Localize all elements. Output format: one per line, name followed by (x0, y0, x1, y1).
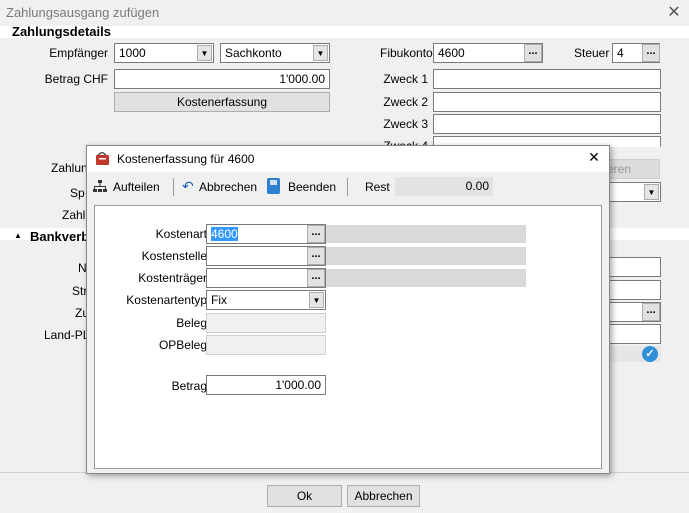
aufteilen-button[interactable]: Aufteilen (113, 180, 160, 194)
save-icon[interactable] (267, 178, 280, 194)
toolbar-separator-2 (347, 178, 348, 196)
betrag-label: Betrag CHF (44, 72, 108, 86)
dialog-close-icon[interactable]: ✕ (585, 149, 603, 167)
split-icon[interactable] (93, 179, 107, 193)
konto-type-value: Sachkonto (225, 46, 282, 60)
kostenartentyp-select[interactable]: Fix (206, 290, 326, 310)
bank-zusatz-lookup-button[interactable]: ... (642, 303, 660, 321)
kostenart-label: Kostenart (155, 227, 207, 241)
kostenart-value: 4600 (211, 227, 238, 241)
steuer-label: Steuer (574, 46, 610, 60)
zweck2-input[interactable] (433, 92, 661, 112)
fibukonto-lookup-button[interactable]: ... (524, 44, 542, 62)
kostenstelle-label: Kostenstelle (141, 249, 207, 263)
check-ok-icon[interactable]: ✓ (642, 346, 658, 362)
kostenstelle-lookup-button[interactable]: ... (307, 247, 325, 265)
sp-label: Sp (70, 186, 85, 200)
kostenartentyp-value: Fix (211, 293, 227, 307)
zweck2-label: Zweck 2 (383, 95, 428, 109)
dialog-app-icon (95, 151, 111, 166)
abbrechen-button[interactable]: Abbrechen (347, 485, 420, 507)
fibukonto-value: 4600 (438, 46, 465, 60)
opbeleg-label: OPBeleg (158, 338, 207, 352)
dialog-betrag-input[interactable]: 1'000.00 (206, 375, 326, 395)
beleg-input (206, 313, 326, 333)
kostenerfassung-dialog: Kostenerfassung für 4600 ✕ Aufteilen ↶ A… (86, 145, 610, 474)
kostentraeger-label: Kostenträger (138, 271, 207, 285)
section-details-title: Zahlungsdetails (12, 24, 111, 39)
rest-value: 0.00 (395, 177, 493, 196)
konto-type-chevron-down-icon[interactable]: ▼ (313, 45, 328, 61)
collapse-triangle-icon[interactable]: ▲ (14, 231, 22, 240)
kostenart-lookup-button[interactable]: ... (307, 225, 325, 243)
empfaenger-value: 1000 (119, 46, 146, 60)
section-bank-title: Bankverbi (30, 229, 93, 244)
abbrechen-toolbar-button[interactable]: Abbrechen (199, 180, 257, 194)
beenden-button[interactable]: Beenden (288, 180, 336, 194)
beleg-label: Beleg (176, 316, 207, 330)
kostentraeger-lookup-button[interactable]: ... (307, 269, 325, 287)
dialog-betrag-value: 1'000.00 (275, 378, 321, 392)
zweck1-label: Zweck 1 (383, 72, 428, 86)
kostentraeger-description (326, 269, 526, 287)
betrag-value: 1'000.00 (279, 72, 325, 86)
kostenartentyp-label: Kostenartentyp (126, 293, 207, 307)
kostenerfassung-button[interactable]: Kostenerfassung (114, 92, 330, 112)
zweck3-input[interactable] (433, 114, 661, 134)
rest-label: Rest (365, 180, 390, 194)
window-title: Zahlungsausgang zufügen (6, 5, 160, 20)
opbeleg-input (206, 335, 326, 355)
hidden-select-chevron-down-icon[interactable]: ▼ (644, 184, 659, 200)
dialog-betrag-label: Betrag (171, 379, 207, 393)
empfaenger-chevron-down-icon[interactable]: ▼ (197, 45, 212, 61)
steuer-value: 4 (617, 46, 624, 60)
dialog-content-panel: Kostenart 4600 ... Kostenstelle ... Kost… (94, 205, 602, 469)
steuer-lookup-button[interactable]: ... (642, 44, 660, 62)
window-close-icon[interactable]: ✕ (664, 2, 684, 22)
betrag-input[interactable]: 1'000.00 (114, 69, 330, 89)
fibukonto-label: Fibukonto (380, 46, 433, 60)
dialog-title: Kostenerfassung für 4600 (117, 152, 255, 166)
empfaenger-label: Empfänger (49, 46, 108, 60)
toolbar-separator (173, 178, 174, 196)
kostenartentyp-chevron-down-icon[interactable]: ▼ (309, 292, 324, 308)
undo-icon[interactable]: ↶ (182, 179, 196, 193)
zweck1-input[interactable] (433, 69, 661, 89)
kostenstelle-description (326, 247, 526, 265)
ok-button[interactable]: Ok (267, 485, 342, 507)
kostenart-description (326, 225, 526, 243)
zweck3-label: Zweck 3 (383, 117, 428, 131)
